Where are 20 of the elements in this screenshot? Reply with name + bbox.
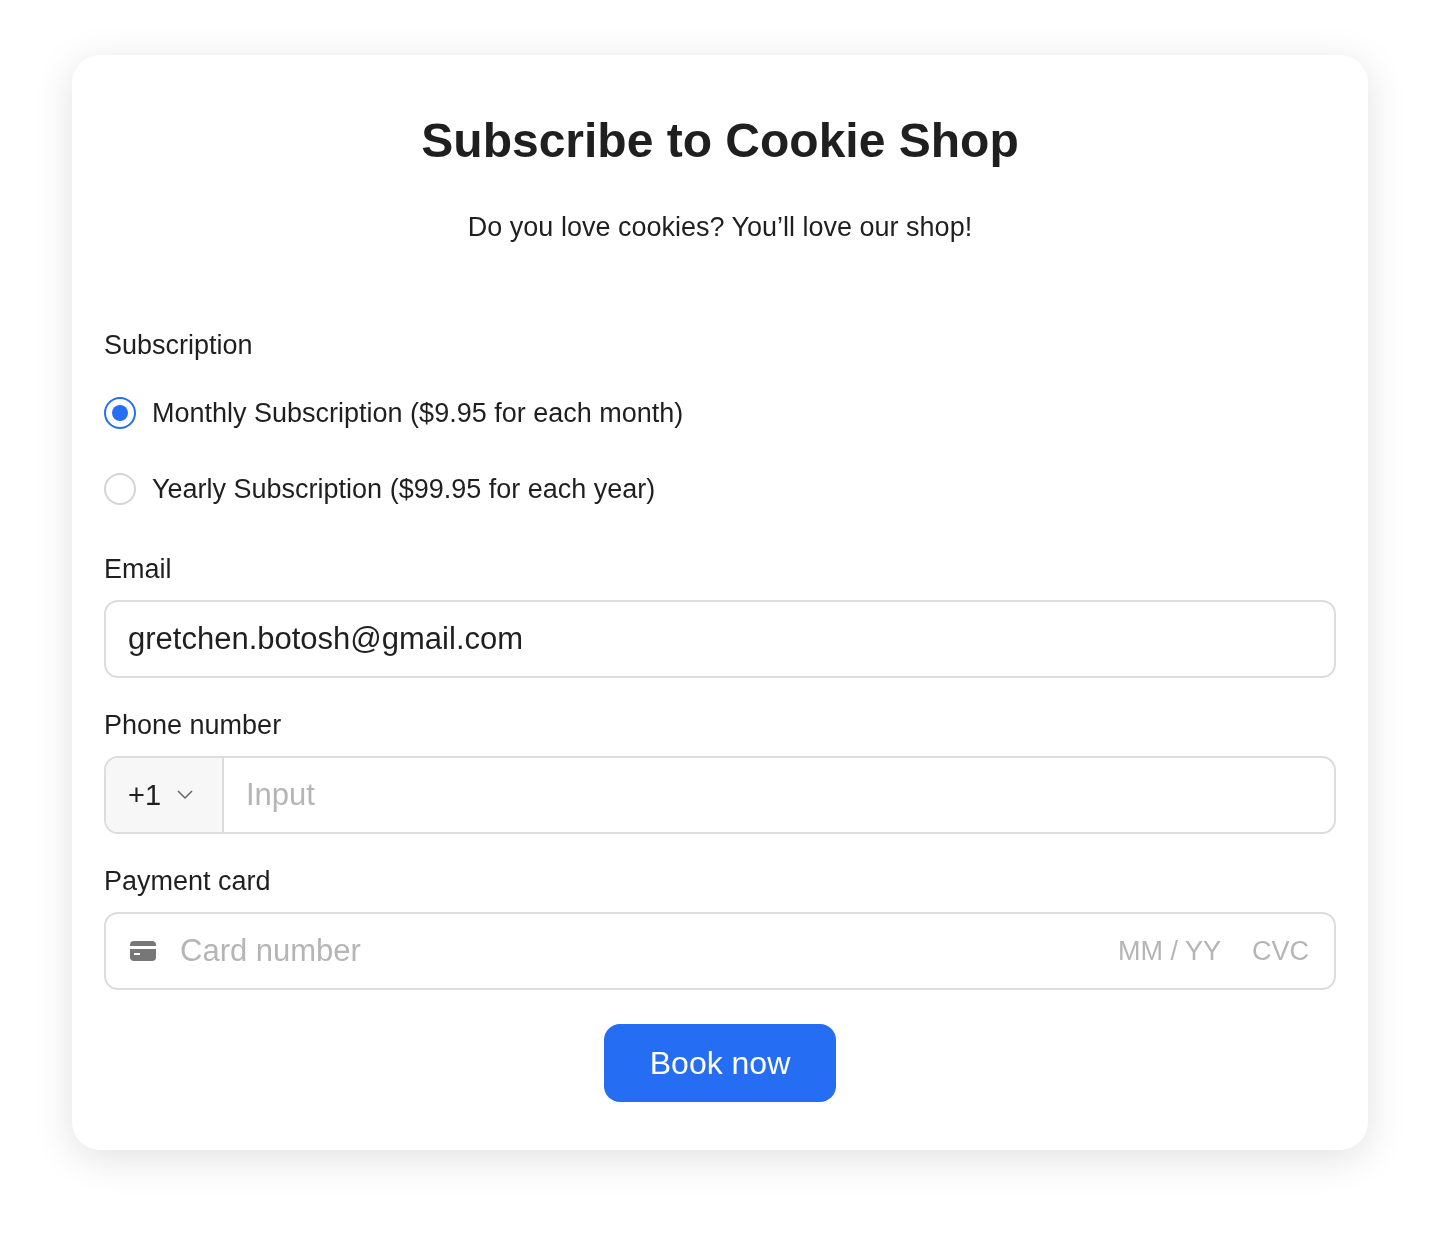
email-field[interactable]: gretchen.botosh@gmail.com <box>104 600 1336 678</box>
field-label: Subscription <box>104 329 253 362</box>
cvc-field[interactable]: CVC <box>1252 914 1310 988</box>
radio-label[interactable]: Yearly Subscription ($99.95 for each year) <box>152 471 656 507</box>
chevron-down-icon <box>177 790 194 800</box>
card-number-field[interactable]: Card number <box>156 914 1118 988</box>
phone-input-field[interactable]: Input <box>224 758 1334 832</box>
country-code-select[interactable]: +1 <box>106 758 224 832</box>
field-label: Email <box>104 553 172 586</box>
card-field[interactable]: Card number MM / YY CVC <box>104 912 1336 990</box>
book-now-button[interactable]: Book now <box>604 1024 836 1102</box>
field-label: Payment card <box>104 865 271 898</box>
field-label: Phone number <box>104 709 282 742</box>
radio-label[interactable]: Monthly Subscription ($9.95 for each month) <box>152 395 684 431</box>
radio-button[interactable] <box>104 397 136 429</box>
expiry-field[interactable]: MM / YY <box>1118 914 1230 988</box>
phone-field[interactable]: +1 Input <box>104 756 1336 834</box>
credit-card-icon <box>130 941 156 961</box>
form-subtitle: Do you love cookies? You’ll love our shop! <box>467 211 973 244</box>
form-title: Subscribe to Cookie Shop <box>421 113 1019 169</box>
